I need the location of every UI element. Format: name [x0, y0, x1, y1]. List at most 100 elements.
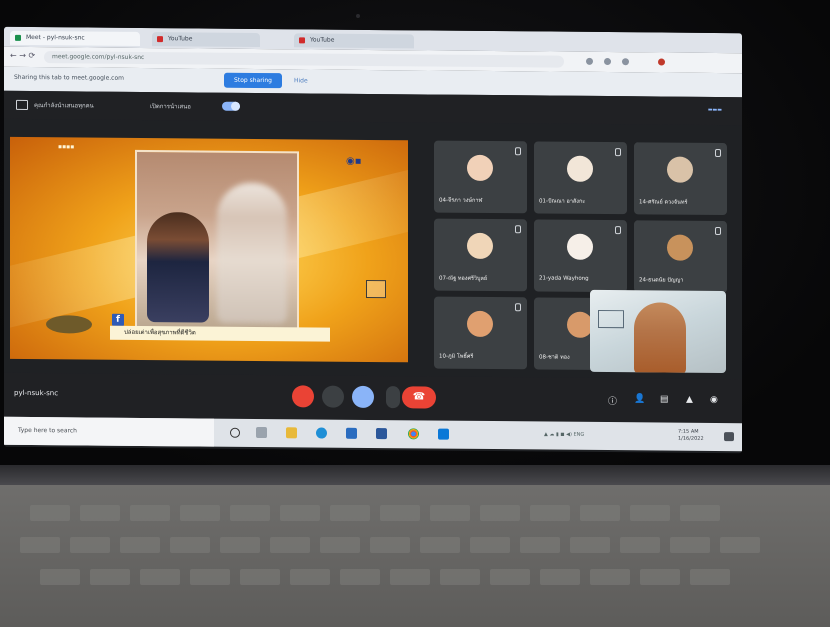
keyboard-key — [120, 537, 160, 553]
keyboard-key — [280, 505, 320, 521]
laptop-screen: Meet - pyl-nsuk-snc YouTube YouTube ← → … — [4, 26, 742, 454]
participant-tile[interactable]: 24-ธนดนัย ปัญญา — [634, 220, 727, 294]
keyboard-key — [640, 569, 680, 585]
toggle-label: เปิดการนำเสนอ — [150, 103, 191, 111]
activities-icon[interactable]: ▲ — [686, 395, 693, 405]
keyboard-key — [440, 569, 480, 585]
tab-meet[interactable]: Meet - pyl-nsuk-snc — [10, 30, 140, 46]
keyboard-key — [90, 569, 130, 585]
presentation-toggle[interactable] — [222, 101, 240, 111]
participant-name: 08-ชาติ ทอง — [539, 354, 570, 361]
meet-icon — [15, 34, 21, 41]
video-timestamp: ▪▪▪▪ — [58, 143, 75, 151]
keyboard-key — [140, 569, 180, 585]
participant-name: 10-ภูมิ โพธิ์ศรี — [439, 353, 474, 360]
extension-icon[interactable] — [604, 58, 611, 66]
leave-call-button[interactable]: ☎ — [402, 386, 436, 409]
cortana-icon[interactable] — [230, 427, 240, 438]
file-explorer-icon[interactable] — [286, 427, 297, 439]
participant-name: 07-ณัฐ ทองศรีวิบูลย์ — [439, 275, 488, 282]
extension-icon[interactable] — [586, 57, 593, 65]
keyboard-key — [480, 505, 520, 521]
participant-name: 04-จีรภา วงษ์กาฬ — [439, 197, 483, 204]
keyboard-key — [720, 537, 760, 553]
laptop-keyboard — [0, 485, 830, 627]
taskbar-search-input[interactable]: Type here to search — [4, 416, 214, 447]
windows-taskbar: Type here to search ▲ ☁ ▮ ◼ ◀) ENG 7:15 … — [4, 416, 742, 452]
edge-icon[interactable] — [316, 427, 327, 439]
system-tray[interactable]: ▲ ☁ ▮ ◼ ◀) ENG — [544, 431, 584, 437]
host-controls-icon[interactable]: ◉ — [710, 395, 718, 405]
person-left — [147, 212, 209, 323]
people-icon[interactable]: 👤 — [634, 394, 645, 404]
keyboard-key — [270, 537, 310, 553]
info-icon[interactable]: ⓘ — [608, 394, 617, 407]
sharing-notice: Sharing this tab to meet.google.com — [14, 73, 124, 82]
keyboard-key — [680, 505, 720, 521]
youtube-icon — [299, 37, 305, 44]
more-options-button[interactable] — [386, 386, 400, 409]
word-icon[interactable] — [376, 428, 387, 440]
notification-icon[interactable] — [724, 432, 734, 442]
participant-name: 24-ธนดนัย ปัญญา — [639, 277, 684, 284]
participant-tile[interactable]: 01-ปัณณา อาสังกะ — [534, 141, 627, 215]
mic-toggle-button[interactable] — [292, 385, 314, 408]
keyboard-key — [490, 569, 530, 585]
keyboard-key — [590, 569, 630, 585]
keyboard-key — [190, 569, 230, 585]
tab-youtube-2[interactable]: YouTube — [294, 33, 414, 49]
avatar — [467, 232, 493, 260]
profile-avatar[interactable] — [658, 58, 665, 66]
present-button[interactable] — [352, 385, 374, 409]
keyboard-key — [180, 505, 220, 521]
photo-frame — [135, 149, 299, 336]
meet-control-bar: pyl-nsuk-snc ☎ ⓘ 👤 ▤ ▲ ◉ — [4, 372, 742, 424]
keyboard-key — [80, 505, 120, 521]
self-person — [634, 302, 686, 374]
participant-tile[interactable]: 21-yada Wayhong — [534, 219, 627, 293]
camera-toggle-button[interactable] — [322, 385, 344, 408]
keyboard-key — [390, 569, 430, 585]
keyboard-key — [220, 537, 260, 553]
participant-tile[interactable]: 04-จีรภา วงษ์กาฬ — [434, 140, 527, 214]
participant-tile[interactable]: 10-ภูมิ โพธิ์ศรี — [434, 296, 527, 370]
url-input[interactable]: meet.google.com/pyl-nsuk-snc — [44, 51, 564, 68]
task-view-icon[interactable] — [256, 426, 267, 439]
mic-icon — [515, 303, 521, 312]
tab-youtube-1[interactable]: YouTube — [152, 32, 260, 48]
nav-buttons[interactable]: ← → ⟳ — [10, 51, 35, 60]
keyboard-key — [340, 569, 380, 585]
participant-tile[interactable]: 07-ณัฐ ทองศรีวิบูลย์ — [434, 218, 527, 292]
mic-icon — [515, 225, 521, 234]
avatar — [467, 154, 493, 182]
avatar — [467, 310, 493, 338]
keyboard-key — [430, 505, 470, 521]
keyboard-key — [620, 537, 660, 553]
windows-app-icon[interactable] — [438, 428, 449, 440]
layout-link[interactable]: ▬▬▬ — [708, 107, 722, 113]
keyboard-key — [130, 505, 170, 521]
store-icon[interactable] — [346, 427, 357, 439]
youtube-icon — [157, 36, 163, 43]
stop-sharing-button[interactable]: Stop sharing — [224, 72, 282, 89]
mic-icon — [615, 226, 621, 235]
participant-name: 14-ศรัณย์ ดวงจันทร์ — [639, 199, 688, 206]
channel-logo: ◉▪ — [346, 155, 362, 167]
keyboard-key — [380, 505, 420, 521]
participant-name: 01-ปัณณา อาสังกะ — [539, 198, 586, 205]
keyboard-key — [320, 537, 360, 553]
laptop-hinge — [0, 465, 830, 485]
avatar — [567, 155, 593, 182]
news-caption: ปล่อยเต่าเพื่อสุขภาพที่ดีชีวิต — [110, 325, 330, 342]
keyboard-key — [20, 537, 60, 553]
hide-button[interactable]: Hide — [294, 77, 308, 84]
chrome-icon[interactable] — [408, 428, 419, 440]
participant-tile[interactable]: 14-ศรัณย์ ดวงจันทร์ — [634, 142, 727, 216]
extension-icon[interactable] — [622, 58, 629, 66]
wall-sign — [598, 309, 624, 329]
keyboard-key — [520, 537, 560, 553]
chat-icon[interactable]: ▤ — [660, 395, 669, 405]
taskbar-clock[interactable]: 7:15 AM 1/16/2022 — [678, 429, 704, 443]
facebook-icon: f — [112, 313, 124, 326]
self-view-video[interactable] — [590, 289, 726, 374]
